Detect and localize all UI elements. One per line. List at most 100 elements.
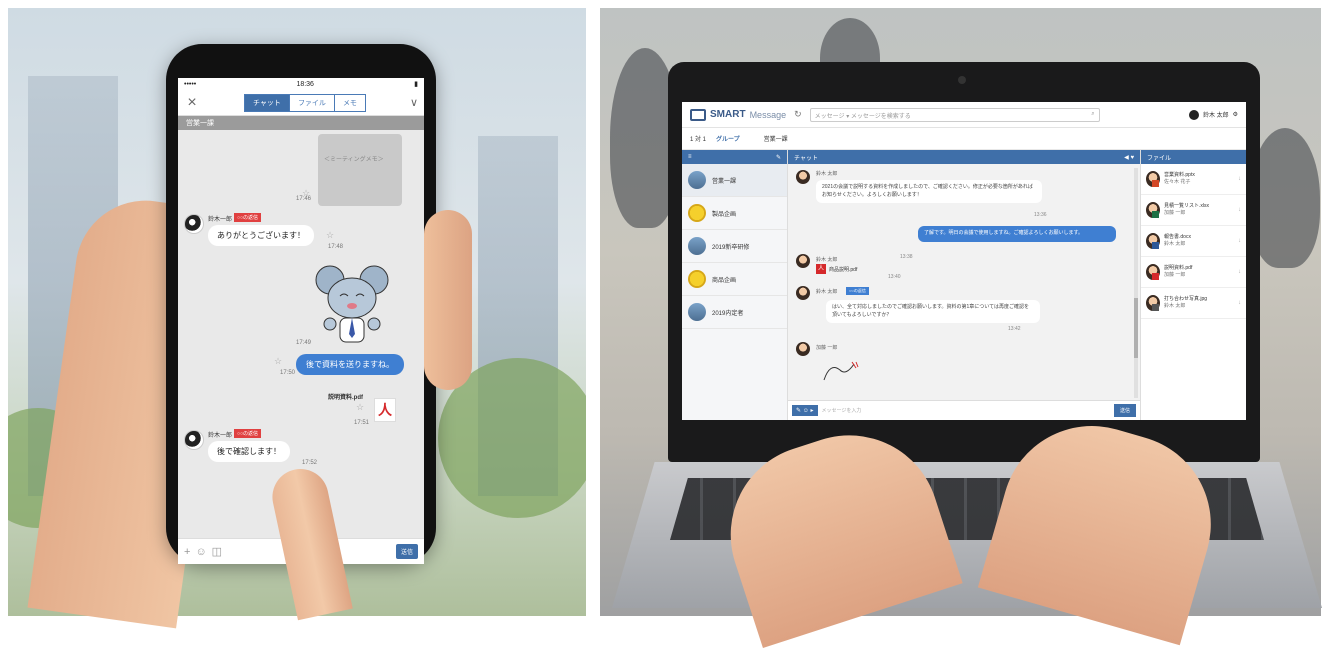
download-icon[interactable]: ↓ <box>1238 238 1241 244</box>
chat-bubble[interactable]: 後で確認します！ <box>208 441 290 462</box>
file-attachment[interactable]: 人 商品説明.pdf <box>816 264 857 274</box>
file-bar-label: ファイル <box>1147 155 1172 162</box>
file-type-icon <box>1152 180 1159 187</box>
tab-group[interactable]: グループ <box>716 134 740 143</box>
file-row[interactable]: 見積一覧リスト.xlsx 加藤 一郎 ↓ <box>1141 195 1246 226</box>
battery-icon: ▮ <box>414 81 418 88</box>
chat-bar-label: チャット <box>794 155 818 162</box>
scrollbar[interactable] <box>1134 168 1138 398</box>
avatar[interactable] <box>184 214 204 234</box>
image-text-line <box>324 175 396 185</box>
room-item[interactable]: 2019新卒研修 <box>682 230 787 263</box>
image-message[interactable]: ＜ミーティングメモ＞ <box>318 134 402 206</box>
file-row[interactable]: 打ち合わせ写真.jpg 鈴木 太郎 ↓ <box>1141 288 1246 319</box>
room-list-bar: ≡ ✎ <box>682 150 787 164</box>
input-tools[interactable]: ✎ ☺ ▸ <box>792 405 818 416</box>
file-info: 営業資料.pptx 佐々木 花子 <box>1164 172 1195 187</box>
sender-name: 加藤 一郎 <box>816 345 838 351</box>
message-time: 17:49 <box>296 340 312 346</box>
phone-chat-area[interactable]: ＜ミーティングメモ＞ 17:46 ☆ 鈴木一郎 ○○の返信 ありがとうございます… <box>178 130 424 496</box>
avatar[interactable] <box>796 342 810 356</box>
logo-subtext: Message <box>749 109 787 120</box>
refresh-icon[interactable]: ↻ <box>794 109 802 120</box>
mouse-sticker[interactable] <box>310 262 394 352</box>
file-type-icon <box>1152 273 1159 280</box>
message-time: 17:52 <box>302 460 318 466</box>
phone-status-bar: ••••• 18:36 ▮ <box>178 78 424 90</box>
user-name: 鈴木 太郎 <box>1202 113 1229 119</box>
laptop-screen: SMART Message ↻ メッセージ ▾ メッセージを検索する ⌕ 鈴木 … <box>682 102 1246 420</box>
avatar <box>1146 264 1160 280</box>
pdf-icon[interactable]: 人 <box>374 398 396 422</box>
avatar[interactable] <box>796 254 810 268</box>
tab-one-on-one[interactable]: 1 対 1 <box>690 134 706 143</box>
star-icon[interactable]: ☆ <box>326 230 334 241</box>
message-time: 17:48 <box>328 244 344 250</box>
stamp-icon[interactable]: ◫ <box>212 545 222 558</box>
user-menu[interactable]: 鈴木 太郎 ⚙ <box>1188 109 1238 120</box>
chat-bubble-own[interactable]: 了解です。明日の会議で使用しますね。ご確認よろしくお願いします。 <box>918 226 1116 242</box>
room-name: 2019内定者 <box>712 310 744 317</box>
chevron-down-icon[interactable]: ∨ <box>410 96 418 109</box>
clock: 18:36 <box>296 80 314 88</box>
search-icon[interactable]: ⌕ <box>1091 111 1094 119</box>
app-columns: ≡ ✎ 営業一課 製品企画 2019新卒研修 商品企画 2019内定者 チャット… <box>682 150 1246 420</box>
sticker-image[interactable] <box>822 360 862 382</box>
app-header: SMART Message ↻ メッセージ ▾ メッセージを検索する ⌕ 鈴木 … <box>682 102 1246 128</box>
tab-files[interactable]: ファイル <box>289 94 335 111</box>
chat-panel[interactable]: チャット ◀ ♥ 鈴木 太郎 2021の会議で説明する資料を作成しましたので、ご… <box>788 150 1140 420</box>
file-owner: 加藤 一郎 <box>1164 272 1186 278</box>
tab-chat[interactable]: チャット <box>245 94 290 111</box>
avatar[interactable] <box>796 286 810 300</box>
search-scope[interactable]: メッセージ <box>815 114 845 120</box>
chat-bubble-own[interactable]: 後で資料を送りますね。 <box>296 354 404 375</box>
star-icon[interactable]: ☆ <box>356 402 364 413</box>
send-button[interactable]: 送信 <box>395 544 418 559</box>
plus-icon[interactable]: + <box>184 546 190 558</box>
room-header: 営業一課 <box>763 137 788 143</box>
share-icon[interactable]: ◀ ♥ <box>1124 154 1134 161</box>
star-icon[interactable]: ☆ <box>274 356 282 367</box>
file-name: 打ち合わせ写真.jpg <box>1164 295 1208 302</box>
menu-icon[interactable]: ≡ <box>688 154 692 160</box>
file-row[interactable]: 説明資料.pdf 加藤 一郎 ↓ <box>1141 257 1246 288</box>
room-avatar <box>688 171 706 189</box>
room-item[interactable]: 商品企画 <box>682 263 787 296</box>
download-icon[interactable]: ↓ <box>1238 207 1241 213</box>
download-icon[interactable]: ↓ <box>1238 300 1241 306</box>
emoji-icon[interactable]: ☺ <box>195 546 206 558</box>
room-avatar <box>688 204 706 222</box>
chat-bubble[interactable]: ありがとうございます！ <box>208 225 314 246</box>
sub-header: 1 対 1 グループ 営業一課 <box>682 128 1246 150</box>
tab-memo[interactable]: メモ <box>334 94 365 111</box>
chat-bubble[interactable]: 2021の会議で説明する資料を作成しましたので、ご確認ください。修正が必要な箇所… <box>816 180 1042 203</box>
close-icon[interactable]: × <box>184 94 200 112</box>
download-icon[interactable]: ↓ <box>1238 176 1241 182</box>
sender-name: 鈴木 太郎 <box>816 257 838 263</box>
file-type-icon <box>1152 211 1159 218</box>
gear-icon[interactable]: ⚙ <box>1233 111 1238 118</box>
room-item[interactable]: 2019内定者 <box>682 296 787 329</box>
room-item[interactable]: 製品企画 <box>682 197 787 230</box>
file-name[interactable]: 説明資料.pdf <box>328 392 363 401</box>
download-icon[interactable]: ↓ <box>1238 269 1241 275</box>
star-icon[interactable]: ☆ <box>302 188 310 199</box>
avatar[interactable] <box>184 430 204 450</box>
send-button[interactable]: 送信 <box>1113 404 1136 417</box>
sender-name: 鈴木 太郎 <box>816 171 838 177</box>
avatar <box>1146 171 1160 187</box>
room-list: ≡ ✎ 営業一課 製品企画 2019新卒研修 商品企画 2019内定者 <box>682 150 788 420</box>
file-row[interactable]: 営業資料.pptx 佐々木 花子 ↓ <box>1141 164 1246 195</box>
search-input[interactable]: メッセージ ▾ メッセージを検索する ⌕ <box>809 107 1100 122</box>
edit-icon[interactable]: ✎ <box>776 154 781 161</box>
room-item[interactable]: 営業一課 <box>682 164 787 197</box>
reply-tag: ○○の返信 <box>846 287 869 295</box>
file-row[interactable]: 報告書.docx 鈴木 太郎 ↓ <box>1141 226 1246 257</box>
scroll-thumb[interactable] <box>1134 298 1138 358</box>
image-text-line <box>324 146 396 156</box>
message-time: 13:36 <box>1034 212 1047 218</box>
message-input[interactable]: メッセージを入力 <box>822 407 862 414</box>
room-name: 2019新卒研修 <box>712 244 750 251</box>
avatar[interactable] <box>796 170 810 184</box>
chat-bubble[interactable]: はい、全て対応しましたのでご確認お願いします。資料の第1章については再度ご確認を… <box>826 300 1040 323</box>
